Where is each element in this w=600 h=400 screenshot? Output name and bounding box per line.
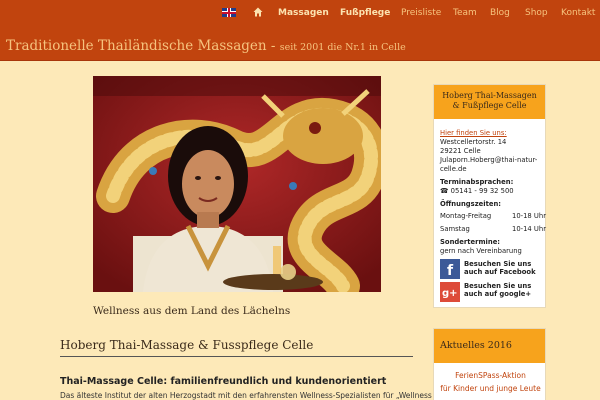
section-divider xyxy=(60,356,413,357)
hours-saturday: 10-14 Uhr xyxy=(512,225,546,233)
special-text: gern nach Vereinbarung xyxy=(440,247,522,255)
email-link-1[interactable]: Julaporn.Hoberg@thai-natur- xyxy=(440,156,537,164)
svg-text:g+: g+ xyxy=(442,288,458,299)
nav-item-shop[interactable]: Shop xyxy=(525,8,548,18)
nav-item-team[interactable]: Team xyxy=(453,8,477,18)
contact-widget: Hoberg Thai-Massagen & Fußpflege Celle H… xyxy=(433,84,546,308)
nav-item-preisliste[interactable]: Preisliste xyxy=(401,8,441,18)
hours-label: Öffnungszeiten: xyxy=(440,200,502,208)
hours-weekday: 10-18 Uhr xyxy=(512,212,546,220)
site-title[interactable]: Traditionelle Thailändische Massagen - s… xyxy=(6,38,406,54)
news-item-line-2[interactable]: für Kinder und junge Leute xyxy=(434,384,547,393)
city: 29221 Celle xyxy=(440,147,481,155)
facebook-link[interactable]: Besuchen Sie uns auch auf Facebook xyxy=(464,260,536,276)
header-divider xyxy=(0,60,600,61)
google-line-2: auch auf google+ xyxy=(464,290,532,298)
nav-item-blog[interactable]: Blog xyxy=(490,8,510,18)
google-line-1: Besuchen Sie uns xyxy=(464,282,532,290)
hero-caption: Wellness aus dem Land des Lächelns xyxy=(93,305,291,317)
svg-text:f: f xyxy=(447,263,454,279)
body-text: Das älteste Institut der alten Herzogsta… xyxy=(60,391,488,400)
nav-item-fusspflege[interactable]: Fußpflege xyxy=(340,8,390,18)
google-plus-link[interactable]: Besuchen Sie uns auch auf google+ xyxy=(464,282,531,298)
news-item-line-1[interactable]: FerienSPass-Aktion xyxy=(434,371,547,380)
nav-item-massagen[interactable]: Massagen xyxy=(278,8,329,18)
hours-saturday-label: Samstag xyxy=(440,225,470,233)
home-icon[interactable] xyxy=(253,7,263,17)
hours-weekday-label: Montag-Freitag xyxy=(440,212,492,220)
news-widget-title: Aktuelles 2016 xyxy=(434,329,545,363)
street: Westcellertorstr. 14 xyxy=(440,138,507,146)
nav-item-kontakt[interactable]: Kontakt xyxy=(561,8,595,18)
uk-flag-icon[interactable] xyxy=(222,8,236,17)
hero-photo xyxy=(93,76,381,292)
news-widget: Aktuelles 2016 FerienSPass-Aktion für Ki… xyxy=(433,328,546,400)
find-us-link[interactable]: Hier finden Sie uns: xyxy=(440,129,507,137)
special-label: Sondertermine: xyxy=(440,238,501,246)
contact-widget-title: Hoberg Thai-Massagen & Fußpflege Celle xyxy=(434,85,545,119)
site-title-separator: - xyxy=(266,38,280,54)
appointments-label: Terminabsprachen: xyxy=(440,178,514,186)
site-title-text[interactable]: Traditionelle Thailändische Massagen xyxy=(6,38,267,54)
phone-number[interactable]: ☎ 05141 - 99 32 500 xyxy=(440,187,514,195)
site-subtitle: seit 2001 die Nr.1 in Celle xyxy=(279,42,406,53)
google-plus-icon[interactable]: g+ xyxy=(440,282,460,302)
facebook-icon[interactable]: f xyxy=(440,259,460,279)
section-title: Hoberg Thai-Massage & Fusspflege Celle xyxy=(60,338,314,352)
facebook-line-1: Besuchen Sie uns xyxy=(464,260,532,268)
email-link-2[interactable]: celle.de xyxy=(440,165,467,173)
sub-heading: Thai-Massage Celle: familienfreundlich u… xyxy=(60,376,387,387)
facebook-line-2: auch auf Facebook xyxy=(464,268,536,276)
